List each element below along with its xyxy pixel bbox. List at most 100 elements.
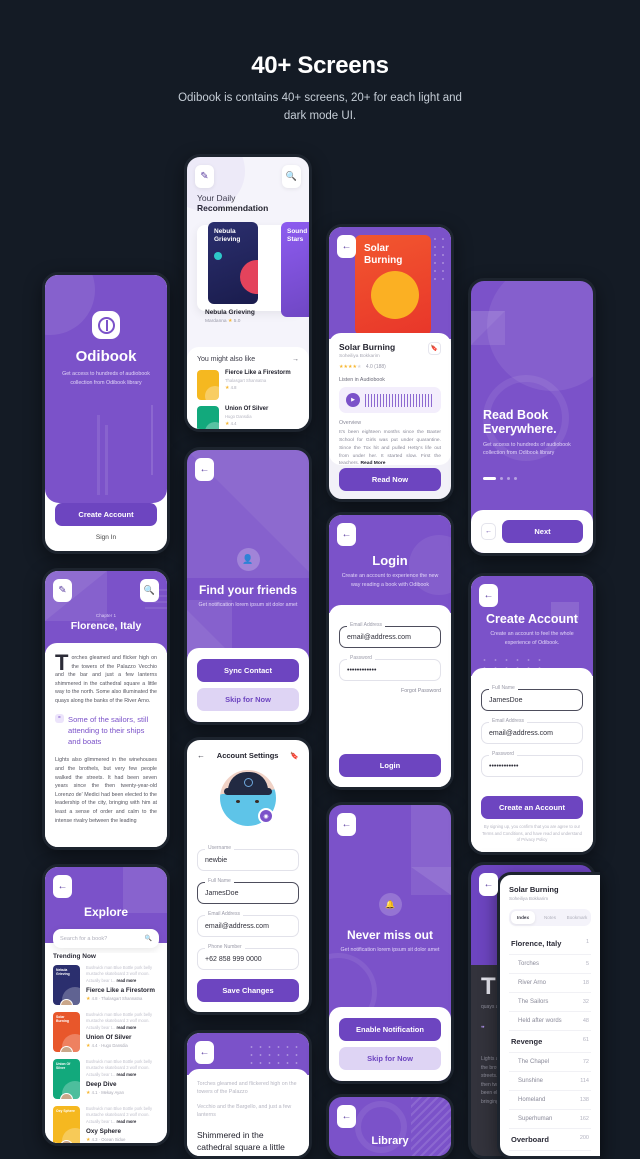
- screen-find-friends[interactable]: ← 👤 Find your friends Get notification l…: [184, 447, 312, 725]
- screen-highlight[interactable]: ← Torches gleamed and flickered high on …: [184, 1030, 312, 1159]
- notify-subtitle: Get notification lorem ipsum sit dolor a…: [340, 947, 440, 953]
- toc-item[interactable]: River Arno 18: [509, 974, 591, 993]
- toc-item[interactable]: Desert's Oasis221: [509, 1151, 591, 1156]
- form-field[interactable]: Full Name JamesDoe: [197, 878, 299, 904]
- toc-item[interactable]: Homeland 138: [509, 1091, 591, 1110]
- form-field[interactable]: Password ••••••••••••: [339, 655, 441, 681]
- screen-account-settings[interactable]: ← Account Settings 🔖 ◉ Username newbie Ful…: [184, 737, 312, 1015]
- camera-icon[interactable]: ◉: [258, 808, 274, 824]
- list-item[interactable]: Union Of Silver Hugo Dansdia ★ 4.4: [197, 406, 299, 429]
- screen-table-of-contents[interactable]: Solar Burning Soheiliya Bokkarim Index No…: [497, 872, 600, 1159]
- featured-cover[interactable]: Nebula Grieving: [208, 222, 258, 304]
- tab-notes[interactable]: Notes: [538, 911, 562, 924]
- search-icon[interactable]: 🔍: [145, 935, 152, 942]
- back-button[interactable]: ←: [481, 523, 496, 540]
- overview-text: It's been eighteen months since the Baxt…: [339, 430, 441, 467]
- read-more-link[interactable]: Read More: [360, 461, 385, 466]
- create-account-submit-button[interactable]: Create an Account: [481, 795, 583, 819]
- toc-item[interactable]: Held after words 48: [509, 1012, 591, 1031]
- search-icon[interactable]: 🔍: [140, 579, 159, 602]
- form-field[interactable]: Username newbie: [197, 845, 299, 871]
- back-button[interactable]: ←: [479, 584, 498, 607]
- screen-library[interactable]: ← Library: [326, 1094, 454, 1159]
- create-account-button[interactable]: Create Account: [55, 503, 157, 526]
- form-field[interactable]: Email Address email@address.com: [197, 911, 299, 937]
- back-button[interactable]: ←: [195, 1041, 214, 1064]
- back-button[interactable]: ←: [195, 458, 214, 481]
- toc-chapter[interactable]: Florence, Italy 1: [509, 933, 591, 955]
- skip-button[interactable]: Skip for Now: [197, 688, 299, 711]
- next-button[interactable]: Next: [502, 520, 583, 543]
- search-icon[interactable]: 🔍: [282, 165, 301, 188]
- sync-contact-button[interactable]: Sync Contact: [197, 659, 299, 682]
- detail-cover-title: Solar Burning: [364, 243, 403, 266]
- screen-reader[interactable]: ✎ 🔍 Chapter 1 Florence, Italy T orches g…: [42, 568, 170, 850]
- forgot-password-link[interactable]: Forgot Password: [339, 688, 441, 694]
- read-more-link[interactable]: read more: [117, 1025, 137, 1030]
- pagination-dot[interactable]: [507, 477, 510, 480]
- toc-chapter[interactable]: Revenge 61: [509, 1031, 591, 1053]
- login-button[interactable]: Login: [339, 754, 441, 777]
- screen-login[interactable]: ← Login Create an account to experience …: [326, 512, 454, 790]
- audio-player[interactable]: ▶: [339, 387, 441, 413]
- list-item[interactable]: Fierce Like a Firestorm Thalasgart Shanna…: [197, 370, 299, 400]
- back-button[interactable]: ←: [337, 813, 356, 836]
- toc-chapter[interactable]: Overboard 200: [509, 1129, 591, 1151]
- screen-notifications[interactable]: ← 🔔 Never miss out Get notification lore…: [326, 802, 454, 1084]
- pagination-dot[interactable]: [483, 477, 496, 480]
- save-changes-button[interactable]: Save Changes: [197, 979, 299, 1002]
- read-now-button[interactable]: Read Now: [339, 468, 441, 491]
- tab-bookmark[interactable]: Bookmark: [565, 911, 589, 924]
- toc-tabs[interactable]: Index Notes Bookmark: [509, 909, 591, 926]
- toc-item[interactable]: Sunshine 114: [509, 1072, 591, 1091]
- search-input[interactable]: Search for a book? 🔍: [53, 929, 159, 948]
- read-more-link[interactable]: read more: [117, 1072, 137, 1077]
- screen-create-account[interactable]: ← Create Account Create an account to fe…: [468, 573, 596, 855]
- arrow-right-icon[interactable]: →: [292, 356, 299, 363]
- form-field[interactable]: Phone Number +62 858 999 0000: [197, 944, 299, 970]
- form-field[interactable]: Email Address email@address.com: [481, 718, 583, 744]
- next-cover[interactable]: Sound of Stars: [281, 222, 309, 317]
- list-item[interactable]: Oxy Sphere Bushwick man Blue Bottle pork …: [53, 1106, 159, 1143]
- screen-splash[interactable]: Odibook Get access to hundreds of audiob…: [42, 272, 170, 554]
- avatar: [60, 999, 73, 1005]
- form-field[interactable]: Email Address email@address.com: [339, 622, 441, 648]
- detail-reviews: (188): [374, 364, 386, 370]
- detail-hero: ← Solar Burning: [329, 227, 451, 339]
- back-button[interactable]: ←: [53, 875, 72, 898]
- form-field[interactable]: Full Name JamesDoe: [481, 685, 583, 711]
- back-button[interactable]: ←: [479, 873, 498, 896]
- toc-item[interactable]: The Chapel 72: [509, 1053, 591, 1072]
- screen-book-detail[interactable]: ← Solar Burning Solar Burning Soheiliya …: [326, 224, 454, 502]
- pagination-dot[interactable]: [500, 477, 503, 480]
- back-button[interactable]: ←: [337, 523, 356, 546]
- back-button[interactable]: ←: [337, 235, 356, 258]
- bookmark-icon[interactable]: 🔖: [290, 752, 299, 760]
- list-item[interactable]: Union Of Silver Bushwick man Blue Bottle …: [53, 1059, 159, 1099]
- skip-button[interactable]: Skip for Now: [339, 1047, 441, 1070]
- list-item[interactable]: Nebula Grieving Bushwick man Blue Bottle …: [53, 965, 159, 1005]
- screen-daily[interactable]: ✎ 🔍 Your Daily Recommendation Nebula Gri…: [184, 154, 312, 432]
- edit-icon[interactable]: ✎: [195, 165, 214, 188]
- form-field[interactable]: Password ••••••••••••: [481, 751, 583, 777]
- enable-notification-button[interactable]: Enable Notification: [339, 1018, 441, 1041]
- screen-onboarding[interactable]: Read Book Everywhere. Get access to hund…: [468, 278, 596, 556]
- item-title: Superhuman: [518, 1116, 553, 1122]
- toc-item[interactable]: The Sailors 32: [509, 993, 591, 1012]
- back-button[interactable]: ←: [197, 751, 205, 760]
- field-value: JamesDoe: [205, 890, 239, 897]
- bookmark-icon[interactable]: 🔖: [428, 342, 441, 355]
- screen-explore[interactable]: ← Explore Search for a book? 🔍 Trending …: [42, 864, 170, 1146]
- pagination-dot[interactable]: [514, 477, 517, 480]
- sign-in-link[interactable]: Sign In: [55, 534, 157, 541]
- play-icon[interactable]: ▶: [346, 393, 360, 407]
- read-more-link[interactable]: read more: [117, 978, 137, 983]
- read-more-link[interactable]: read more: [117, 1119, 137, 1124]
- toc-item[interactable]: Superhuman 162: [509, 1110, 591, 1129]
- toc-item[interactable]: Torches 5: [509, 955, 591, 974]
- list-item[interactable]: Solar Burning Bushwick man Blue Bottle po…: [53, 1012, 159, 1052]
- pagination-dots[interactable]: [483, 467, 581, 485]
- tab-index[interactable]: Index: [511, 911, 535, 924]
- back-button[interactable]: ✎: [53, 579, 72, 602]
- back-button[interactable]: ←: [337, 1105, 356, 1128]
